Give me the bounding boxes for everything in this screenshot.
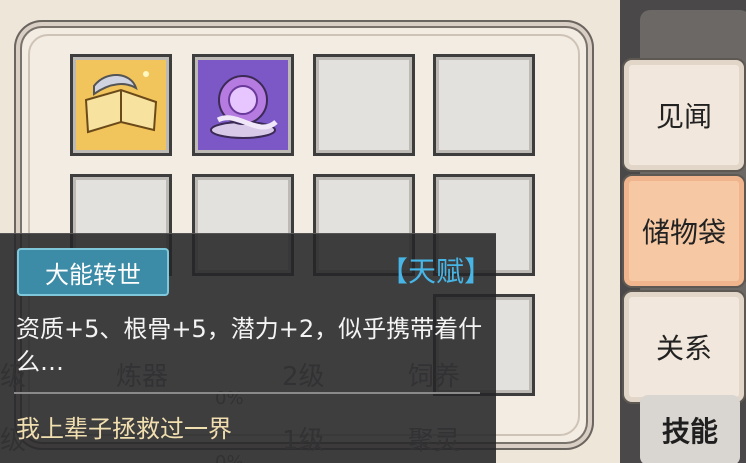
tab-label: 见闻 [655,100,712,133]
tab-label: 储物袋 [641,216,726,249]
tab-label: 技能 [661,415,718,448]
tab-label: 关系 [655,332,712,365]
tab-experience[interactable]: 见闻 [622,58,746,172]
tooltip-divider [14,392,480,394]
tab-storage-bag[interactable]: 储物袋 [622,174,746,288]
inventory-slot-ancient-book[interactable] [70,54,172,156]
item-category-tag: 【天赋】 [380,255,493,288]
tab-relations[interactable]: 关系 [622,290,746,404]
item-flavor-text: 我上辈子拯救过一界 [16,415,232,443]
tab-skills[interactable]: 技能 [640,395,740,463]
game-screen: 见闻 储物袋 关系 技能 级 炼器 2级 饲养 0% 级 1级 聚灵 0% 大能… [0,0,746,463]
item-name-badge: 大能转世 [17,248,169,296]
purple-scroll-icon [210,75,278,139]
inventory-slot-empty[interactable] [433,54,535,156]
item-description: 资质+5、根骨+5，潜力+2，似乎携带着什么… [16,315,483,376]
inventory-slot-empty[interactable] [313,54,415,156]
inventory-slot-purple-scroll[interactable] [192,54,294,156]
ancient-book-icon [84,71,158,134]
